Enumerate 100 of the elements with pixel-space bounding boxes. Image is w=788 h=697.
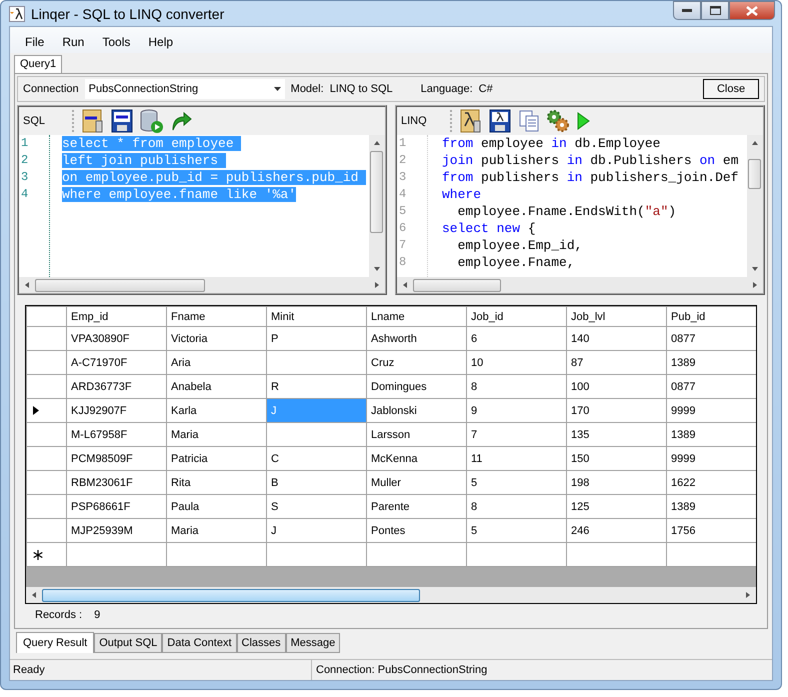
table-cell[interactable]: 8	[466, 494, 566, 518]
table-cell[interactable]: 150	[566, 446, 666, 470]
table-cell[interactable]: Ashworth	[366, 326, 466, 350]
minimize-button[interactable]	[673, 1, 701, 20]
vertical-scrollbar[interactable]	[747, 135, 763, 277]
table-cell[interactable]: P	[266, 326, 366, 350]
table-cell[interactable]: 246	[566, 518, 666, 542]
lambda-save-icon[interactable]	[488, 109, 512, 133]
column-header[interactable]: Fname	[166, 306, 266, 326]
table-cell[interactable]: Paula	[166, 494, 266, 518]
result-tab[interactable]: Classes	[236, 633, 286, 653]
table-cell[interactable]: 5	[466, 518, 566, 542]
document-tab[interactable]: Query1	[14, 55, 62, 73]
scroll-left-icon[interactable]	[23, 281, 31, 289]
table-cell[interactable]: PCM98509F	[66, 446, 166, 470]
column-header[interactable]: Pub_id	[666, 306, 756, 326]
table-cell[interactable]: 10	[466, 350, 566, 374]
table-cell[interactable]: Larsson	[366, 422, 466, 446]
table-cell[interactable]: 6	[466, 326, 566, 350]
table-cell[interactable]: Pontes	[366, 518, 466, 542]
table-cell[interactable]: Rita	[166, 470, 266, 494]
table-cell[interactable]: Patricia	[166, 446, 266, 470]
row-header[interactable]	[26, 398, 66, 422]
sql-file-icon[interactable]	[81, 109, 105, 133]
column-header[interactable]: Emp_id	[66, 306, 166, 326]
scrollbar-thumb[interactable]	[748, 159, 761, 189]
horizontal-scrollbar[interactable]	[19, 277, 385, 293]
table-cell[interactable]: 135	[566, 422, 666, 446]
scrollbar-thumb[interactable]	[413, 278, 501, 292]
scroll-right-icon[interactable]	[751, 281, 759, 289]
table-cell[interactable]: 100	[566, 374, 666, 398]
table-cell[interactable]: S	[266, 494, 366, 518]
table-cell[interactable]: 87	[566, 350, 666, 374]
table-cell[interactable]: Maria	[166, 518, 266, 542]
column-header[interactable]: Job_id	[466, 306, 566, 326]
table-cell[interactable]: Cruz	[366, 350, 466, 374]
menu-item[interactable]: Tools	[93, 33, 140, 51]
table-cell[interactable]: 170	[566, 398, 666, 422]
column-header[interactable]: Job_lvl	[566, 306, 666, 326]
scrollbar-thumb[interactable]	[42, 588, 420, 602]
table-cell[interactable]: C	[266, 446, 366, 470]
table-cell[interactable]: KJJ92907F	[66, 398, 166, 422]
table-cell[interactable]: Karla	[166, 398, 266, 422]
table-cell[interactable]: Aria	[166, 350, 266, 374]
scroll-down-icon[interactable]	[373, 265, 381, 273]
table-cell[interactable]	[266, 350, 366, 374]
gears-icon[interactable]	[546, 109, 570, 133]
table-cell[interactable]: 9	[466, 398, 566, 422]
linq-editor[interactable]	[397, 135, 763, 277]
maximize-button[interactable]	[701, 1, 729, 20]
scroll-left-icon[interactable]	[401, 281, 409, 289]
vertical-scrollbar[interactable]	[369, 135, 385, 277]
scroll-up-icon[interactable]	[751, 139, 759, 147]
table-cell[interactable]: RBM23061F	[66, 470, 166, 494]
horizontal-scrollbar[interactable]	[26, 587, 756, 603]
table-cell[interactable]: A-C71970F	[66, 350, 166, 374]
table-cell[interactable]: Anabela	[166, 374, 266, 398]
menu-item[interactable]: Help	[139, 33, 182, 51]
copy-documents-icon[interactable]	[517, 109, 541, 133]
table-cell[interactable]: Domingues	[366, 374, 466, 398]
table-cell[interactable]: M-L67958F	[66, 422, 166, 446]
scroll-down-icon[interactable]	[751, 265, 759, 273]
menu-item[interactable]: File	[16, 33, 54, 51]
menu-item[interactable]: Run	[53, 33, 94, 51]
scroll-right-icon[interactable]	[373, 281, 381, 289]
table-cell[interactable]: PSP68661F	[66, 494, 166, 518]
sql-editor[interactable]: 1 2 3 4 select * from employee left join publishers on employee.pub_id = publishers.pub_id where employee.fname like '%a'	[19, 135, 385, 277]
table-cell[interactable]: McKenna	[366, 446, 466, 470]
table-cell[interactable]: Victoria	[166, 326, 266, 350]
table-cell[interactable]: 5	[466, 470, 566, 494]
table-cell[interactable]: J	[266, 518, 366, 542]
column-header[interactable]: Lname	[366, 306, 466, 326]
scrollbar-thumb[interactable]	[370, 151, 383, 233]
scroll-left-icon[interactable]	[30, 591, 38, 599]
table-cell[interactable]	[266, 422, 366, 446]
table-cell[interactable]: VPA30890F	[66, 326, 166, 350]
scroll-up-icon[interactable]	[373, 139, 381, 147]
sql-save-icon[interactable]	[110, 109, 134, 133]
table-cell[interactable]: Jablonski	[366, 398, 466, 422]
table-cell[interactable]: Maria	[166, 422, 266, 446]
scroll-right-icon[interactable]	[744, 591, 752, 599]
table-cell[interactable]: 7	[466, 422, 566, 446]
result-tab[interactable]: Message	[286, 633, 340, 653]
table-cell[interactable]: Muller	[366, 470, 466, 494]
column-header[interactable]: Minit	[266, 306, 366, 326]
scrollbar-thumb[interactable]	[35, 278, 205, 292]
horizontal-scrollbar[interactable]	[397, 277, 763, 293]
table-cell[interactable]: 8	[466, 374, 566, 398]
result-tab[interactable]: Query Result	[16, 632, 94, 653]
close-query-button[interactable]: Close	[703, 79, 759, 99]
connection-dropdown[interactable]: PubsConnectionString	[84, 79, 285, 99]
table-cell[interactable]: MJP25939M	[66, 518, 166, 542]
table-cell[interactable]: 11	[466, 446, 566, 470]
table-cell[interactable]: 125	[566, 494, 666, 518]
database-run-icon[interactable]	[139, 108, 165, 134]
table-cell[interactable]: Parente	[366, 494, 466, 518]
lambda-file-icon[interactable]	[459, 109, 483, 133]
result-tab[interactable]: Output SQL	[94, 633, 162, 653]
close-button[interactable]	[729, 1, 775, 20]
table-cell[interactable]: 140	[566, 326, 666, 350]
